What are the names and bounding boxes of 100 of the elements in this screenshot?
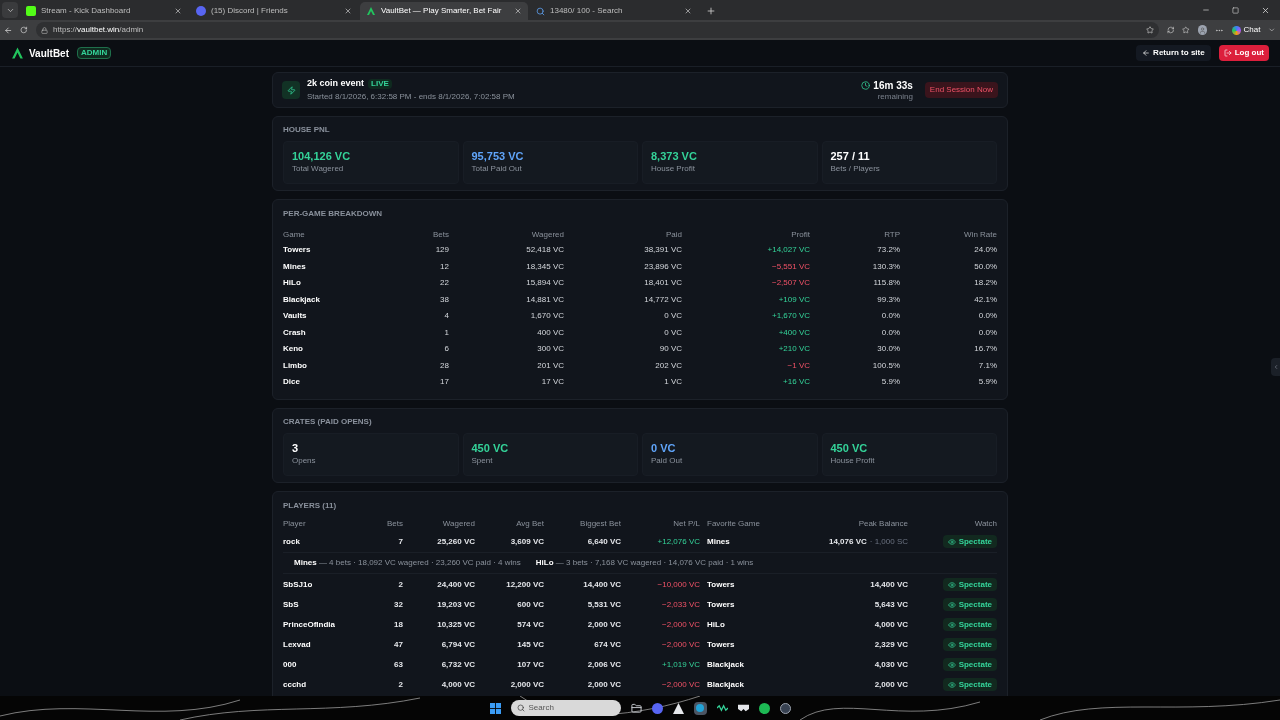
browser-tab[interactable]: VaultBet — Play Smarter, Bet Fair <box>360 2 528 20</box>
browser-app-icon[interactable] <box>693 701 707 715</box>
table-cell: 19,203 VC <box>437 598 475 611</box>
browser-tab[interactable]: Stream - Kick Dashboard <box>20 2 188 20</box>
table-cell: SbS <box>283 598 299 611</box>
return-button[interactable]: Return to site <box>1136 45 1211 61</box>
spectate-button[interactable]: Spectate <box>942 618 997 631</box>
browser-tab[interactable]: 13480/ 100 - Search <box>530 2 698 20</box>
table-cell: Towers <box>283 244 311 257</box>
table-cell: 15,894 VC <box>526 277 564 290</box>
taskbar-search-field[interactable]: Search <box>510 700 621 716</box>
sync-icon[interactable] <box>1166 26 1175 34</box>
table-cell: 4 <box>444 310 449 323</box>
table-cell: −2,000 VC <box>661 678 700 691</box>
spectate-button[interactable]: Spectate <box>942 678 997 691</box>
table-cell: Lexvad <box>283 638 311 651</box>
side-panel-handle[interactable] <box>1271 358 1280 376</box>
end-session-button[interactable]: End Session Now <box>924 82 998 98</box>
chat-button[interactable]: Chat <box>1231 24 1261 36</box>
chat-app-icon[interactable] <box>651 702 663 714</box>
countdown-timer: 16m 33s <box>873 79 913 92</box>
spectate-button[interactable]: Spectate <box>942 638 997 651</box>
windows-logo-icon[interactable] <box>489 702 501 714</box>
close-icon[interactable] <box>344 7 352 15</box>
favorites-icon[interactable] <box>1182 26 1190 34</box>
table-cell: HiLo <box>283 277 301 290</box>
table-cell: −10,000 VC <box>657 578 700 591</box>
logout-icon <box>1223 49 1232 57</box>
stat-value: 104,126 VC <box>292 150 352 163</box>
column-header: Bets <box>387 518 403 530</box>
table-cell: 10,325 VC <box>437 618 475 631</box>
column-header: Favorite Game <box>706 518 760 530</box>
table-cell: 130.3% <box>872 260 900 273</box>
table-cell-text: HiLo <box>706 618 725 631</box>
tab-title: VaultBet — Play Smarter, Bet Fair <box>381 5 503 17</box>
eye-icon <box>947 580 956 589</box>
column-header: Biggest Bet <box>580 518 621 530</box>
globe-app-icon[interactable] <box>779 702 791 714</box>
table-cell: +210 VC <box>778 343 810 356</box>
new-tab-icon[interactable] <box>706 6 716 16</box>
tab-title: (15) Discord | Friends <box>211 5 289 17</box>
address-bar[interactable]: https://vaultbet.win/admin <box>36 22 1159 38</box>
table-cell: 0.0% <box>881 310 900 323</box>
table-cell-text: Blackjack <box>706 678 744 691</box>
table-cell: 0.0% <box>978 310 997 323</box>
table-cell: 5,531 VC <box>587 598 621 611</box>
stat-label: Bets / Players <box>830 163 881 175</box>
wave-icon[interactable] <box>716 704 728 712</box>
stat-label: House Profit <box>830 454 876 467</box>
table-cell: 32 <box>394 598 403 611</box>
table-cell: −1 VC <box>787 359 810 372</box>
table-cell: 18 <box>394 618 403 631</box>
table-cell: −2,507 VC <box>771 277 810 290</box>
eye-icon <box>947 537 956 546</box>
bookmark-star-icon[interactable] <box>1145 26 1154 34</box>
close-icon[interactable] <box>514 7 522 15</box>
table-cell: +400 VC <box>778 326 810 339</box>
table-cell: 300 VC <box>537 343 564 356</box>
search-placeholder: Search <box>528 702 554 714</box>
reload-icon[interactable] <box>20 26 29 34</box>
maximize-icon[interactable] <box>1232 6 1239 14</box>
stat-value: 257 / 11 <box>830 150 871 163</box>
chevron-down-icon[interactable] <box>1268 26 1276 34</box>
close-icon[interactable] <box>684 7 692 15</box>
chat-logo-icon <box>1231 25 1241 35</box>
spectate-button[interactable]: Spectate <box>942 578 997 591</box>
folder-icon[interactable] <box>630 702 642 714</box>
spectate-button[interactable]: Spectate <box>942 658 997 671</box>
table-cell: 17 VC <box>541 376 564 389</box>
table-cell: 52,418 VC <box>526 244 564 257</box>
column-header: RTP <box>884 228 900 241</box>
table-cell: 50.0% <box>974 260 997 273</box>
profile-avatar[interactable] <box>1197 25 1208 35</box>
close-icon[interactable] <box>174 7 182 15</box>
stat-label: Paid Out <box>651 454 684 467</box>
browser-tab[interactable]: (15) Discord | Friends <box>190 2 358 20</box>
music-app-icon[interactable] <box>758 702 770 714</box>
table-cell: 115.8% <box>873 277 900 290</box>
logout-button[interactable]: Log out <box>1218 45 1269 61</box>
spectate-button[interactable]: Spectate <box>942 598 997 611</box>
arrow-left-icon <box>1142 49 1151 57</box>
brand-name: VaultBet <box>29 46 69 61</box>
spectate-button[interactable]: Spectate <box>942 535 997 548</box>
table-cell: 63 <box>394 658 403 671</box>
table-cell: 25,260 VC <box>437 535 475 548</box>
close-icon[interactable] <box>1261 5 1270 15</box>
column-header: Peak Balance <box>858 518 908 530</box>
minimize-icon[interactable] <box>1202 6 1210 14</box>
mask-icon[interactable] <box>737 704 749 712</box>
eye-icon <box>947 680 956 689</box>
triangle-icon[interactable] <box>672 702 684 714</box>
table-cell: 14,400 VC <box>583 578 621 591</box>
url-text: https://vaultbet.win/admin <box>53 24 144 36</box>
table-cell: 17 <box>440 376 449 389</box>
table-cell: 000 <box>283 658 297 671</box>
table-cell: −2,033 VC <box>661 598 700 611</box>
back-icon[interactable] <box>4 25 13 35</box>
event-time-range: Started 8/1/2026, 6:32:58 PM - ends 8/1/2026, 7:02:58 PM <box>307 90 515 103</box>
table-cell-text: Towers <box>706 578 735 591</box>
table-cell: 22 <box>440 277 449 290</box>
